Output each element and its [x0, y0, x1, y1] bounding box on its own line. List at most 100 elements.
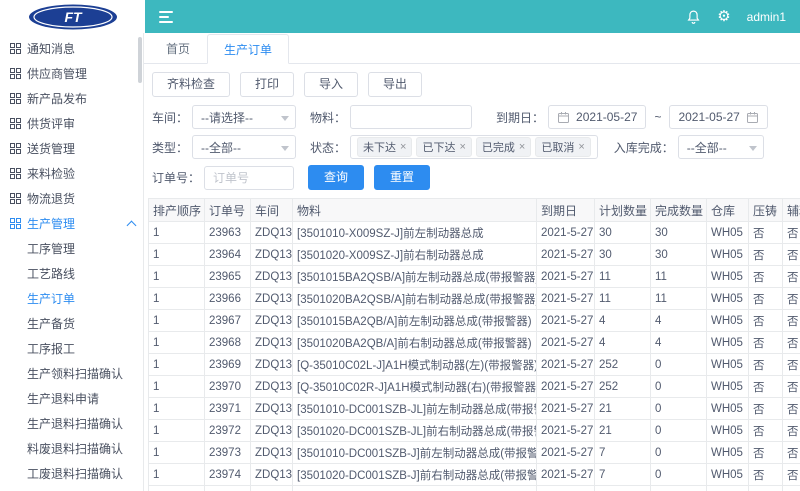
sidebar-item[interactable]: 送货管理 — [0, 136, 143, 161]
sidebar-item-label: 供货评审 — [27, 115, 75, 132]
table-cell: ZDQ13 — [251, 288, 293, 310]
sidebar-item-label: 生产退料扫描确认 — [27, 415, 123, 432]
sidebar-item[interactable]: 生产退料扫描确认 — [0, 411, 143, 436]
table-cell: 否 — [749, 332, 783, 354]
table-cell: WH05 — [707, 398, 749, 420]
table-cell: 2021-5-27 — [537, 332, 595, 354]
table-cell: 2021-5-27 — [537, 420, 595, 442]
column-header: 仓库 — [707, 199, 749, 222]
status-tag[interactable]: 已完成 × — [476, 137, 531, 157]
table-row[interactable]: 123966ZDQ13[3501020BA2QSB/A]前右制动器总成(带报警器… — [149, 288, 800, 310]
status-multiselect[interactable]: 未下达×已下达×已完成×已取消× — [350, 135, 598, 159]
sidebar-item[interactable]: 料废退料扫描确认 — [0, 436, 143, 461]
tag-close-icon[interactable]: × — [400, 142, 406, 153]
order-no-input[interactable] — [204, 166, 294, 190]
due-date-start-picker[interactable]: 2021-05-27 — [548, 105, 646, 129]
table-cell: WH05 — [707, 332, 749, 354]
sidebar-item[interactable]: 生产管理 — [0, 211, 143, 236]
table-row[interactable]: 123963ZDQ13[3501010-X009SZ-J]前左制动器总成2021… — [149, 222, 800, 244]
table-cell: 否 — [783, 486, 800, 491]
table-row[interactable]: 123973ZDQ13[3501010-DC001SZB-J]前左制动器总成(带… — [149, 442, 800, 464]
sidebar-item[interactable]: 生产退料申请 — [0, 386, 143, 411]
table-cell: 2021-5-27 — [537, 266, 595, 288]
username[interactable]: admin1 — [747, 10, 786, 24]
table-cell: 否 — [749, 222, 783, 244]
sidebar-item[interactable]: 通知消息 — [0, 36, 143, 61]
tab-production-order[interactable]: 生产订单 — [207, 34, 289, 64]
inbound-complete-value: --全部-- — [687, 139, 727, 156]
sidebar-item-label: 工序报工 — [27, 340, 75, 357]
type-select[interactable]: --全部-- — [192, 135, 296, 159]
due-date-end-picker[interactable]: 2021-05-27 — [669, 105, 767, 129]
table-cell: WH05 — [707, 354, 749, 376]
table-cell: [3501010SZQB-J]前左制动器总成(带报警器) — [293, 486, 537, 491]
table-cell: WH05 — [707, 464, 749, 486]
table-cell: 1 — [149, 442, 205, 464]
table-row[interactable]: 123972ZDQ13[3501020-DC001SZB-JL]前右制动器总成(… — [149, 420, 800, 442]
settings-gear-icon[interactable]: ⚙ — [717, 9, 730, 24]
table-row[interactable]: 123970ZDQ13[Q-35010C02R-J]A1H模式制动器(右)(带报… — [149, 376, 800, 398]
table-cell: 2021-5-27 — [537, 486, 595, 491]
column-header: 到期日 — [537, 199, 595, 222]
sidebar-item[interactable]: 物流退货 — [0, 186, 143, 211]
table-cell: 否 — [783, 332, 800, 354]
table-row[interactable]: 123965ZDQ13[3501015BA2QSB/A]前左制动器总成(带报警器… — [149, 266, 800, 288]
sidebar-item[interactable]: 工废退料扫描确认 — [0, 461, 143, 486]
status-tag[interactable]: 已下达× — [416, 137, 471, 157]
workshop-select[interactable]: --请选择-- — [192, 105, 296, 129]
sidebar-collapse-icon[interactable] — [159, 11, 173, 23]
sidebar-item[interactable]: 工序管理 — [0, 236, 143, 261]
inbound-complete-select[interactable]: --全部-- — [678, 135, 764, 159]
table-cell: 23974 — [205, 464, 251, 486]
topbar-right: ⚙ admin1 — [686, 9, 786, 25]
status-tag-label: 已完成 — [482, 139, 515, 155]
status-tag[interactable]: 已取消× — [535, 137, 590, 157]
tab-home[interactable]: 首页 — [149, 33, 207, 63]
column-header: 完成数量 — [651, 199, 707, 222]
table-row[interactable]: 123964ZDQ13[3501020-X009SZ-J]前右制动器总成2021… — [149, 244, 800, 266]
sidebar-item[interactable]: 新产品发布 — [0, 86, 143, 111]
sidebar-item[interactable]: 工艺路线 — [0, 261, 143, 286]
toolbar-button[interactable]: 导入 — [304, 72, 358, 97]
order-no-label: 订单号： — [152, 169, 200, 186]
sidebar-item[interactable]: 工序报工 — [0, 336, 143, 361]
table-cell: WH05 — [707, 222, 749, 244]
table-cell: 1 — [149, 288, 205, 310]
tag-close-icon[interactable]: × — [578, 142, 584, 153]
sidebar-menu: 通知消息供应商管理新产品发布供货评审送货管理来料检验物流退货生产管理工序管理工艺… — [0, 36, 143, 486]
tag-close-icon[interactable]: × — [459, 142, 465, 153]
search-button[interactable]: 查询 — [308, 165, 364, 190]
table-cell: 1 — [149, 332, 205, 354]
toolbar-button[interactable]: 打印 — [240, 72, 294, 97]
sidebar-item[interactable]: 来料检验 — [0, 161, 143, 186]
table-cell: 0 — [651, 464, 707, 486]
material-input[interactable] — [350, 105, 472, 129]
table-cell: 否 — [749, 420, 783, 442]
status-tag[interactable]: 未下达× — [357, 137, 412, 157]
toolbar-button[interactable]: 齐料检查 — [152, 72, 230, 97]
toolbar-button[interactable]: 导出 — [368, 72, 422, 97]
table-cell: ZDQ13 — [251, 420, 293, 442]
table-row[interactable]: 123967ZDQ13[3501015BA2QB/A]前左制动器总成(带报警器)… — [149, 310, 800, 332]
tab-bar: 首页 生产订单 — [144, 33, 800, 64]
sidebar-item-label: 生产管理 — [27, 215, 75, 232]
table-row[interactable]: 123975ZDQ13[3501010SZQB-J]前左制动器总成(带报警器)2… — [149, 486, 800, 491]
notification-bell-icon[interactable] — [686, 9, 701, 25]
sidebar-item[interactable]: 生产备货 — [0, 311, 143, 336]
filter-panel: 车间： --请选择-- 物料： 到期日： 2021-05-27 ~ — [144, 103, 800, 196]
table-cell: [3501010-DC001SZB-J]前左制动器总成(带报警器) — [293, 442, 537, 464]
table-row[interactable]: 123971ZDQ13[3501010-DC001SZB-JL]前左制动器总成(… — [149, 398, 800, 420]
table-cell: ZDQ13 — [251, 310, 293, 332]
reset-button[interactable]: 重置 — [374, 165, 430, 190]
table-cell: 否 — [783, 266, 800, 288]
table-row[interactable]: 123968ZDQ13[3501020BA2QB/A]前右制动器总成(带报警器)… — [149, 332, 800, 354]
table-cell: 30 — [595, 222, 651, 244]
sidebar-scrollbar[interactable] — [138, 37, 142, 83]
sidebar-item[interactable]: 生产领料扫描确认 — [0, 361, 143, 386]
sidebar-item[interactable]: 生产订单 — [0, 286, 143, 311]
table-row[interactable]: 123974ZDQ13[3501020-DC001SZB-J]前右制动器总成(带… — [149, 464, 800, 486]
sidebar-item[interactable]: 供货评审 — [0, 111, 143, 136]
sidebar-item[interactable]: 供应商管理 — [0, 61, 143, 86]
tag-close-icon[interactable]: × — [519, 142, 525, 153]
table-row[interactable]: 123969ZDQ13[Q-35010C02L-J]A1H模式制动器(左)(带报… — [149, 354, 800, 376]
